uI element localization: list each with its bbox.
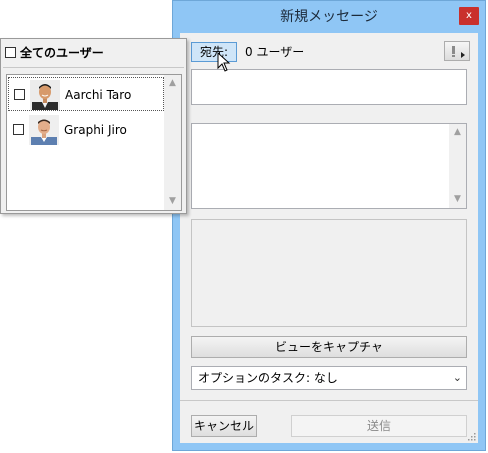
message-scrollbar[interactable]: ▲ ▼	[449, 124, 466, 208]
select-all-checkbox[interactable]	[5, 47, 16, 58]
user-checkbox[interactable]	[13, 124, 24, 135]
resize-grip-icon[interactable]	[466, 431, 476, 441]
avatar	[30, 80, 60, 110]
select-all-users[interactable]: 全てのユーザー	[5, 44, 104, 62]
footer-divider	[180, 400, 478, 401]
user-checkbox[interactable]	[14, 89, 25, 100]
window-client-area: 宛先: 0 ユーザー ▲ ▼ ビューをキャプチャ オプションのタスク: なし ⌄…	[180, 33, 478, 443]
scroll-down-icon[interactable]: ▼	[164, 193, 181, 210]
user-list-scrollbar[interactable]: ▲ ▼	[164, 75, 181, 210]
user-name: Graphi Jiro	[64, 123, 127, 137]
user-list-item[interactable]: Aarchi Taro	[8, 77, 164, 111]
scroll-up-icon[interactable]: ▲	[449, 124, 466, 141]
user-list-item[interactable]: Graphi Jiro	[8, 113, 164, 147]
avatar	[29, 115, 59, 145]
optional-task-select[interactable]: オプションのタスク: なし ⌄	[191, 366, 467, 390]
male-avatar-smiling	[30, 80, 60, 110]
priority-button[interactable]	[444, 41, 470, 61]
panel-divider	[3, 67, 184, 68]
user-list: Aarchi Taro Graphi Jiro ▲ ▼	[6, 74, 182, 211]
message-textarea[interactable]: ▲ ▼	[191, 123, 467, 209]
task-select-value: オプションのタスク: なし	[198, 371, 338, 385]
exclamation-icon	[452, 46, 465, 58]
mouse-cursor-icon	[217, 52, 231, 72]
send-button: 送信	[291, 415, 467, 437]
close-button[interactable]: x	[459, 7, 479, 25]
user-selection-panel: 全てのユーザー Aarchi Taro Graphi Jiro ▲ ▼	[0, 38, 187, 214]
window-title: 新規メッセージ	[280, 9, 378, 25]
male-avatar	[29, 115, 59, 145]
recipient-count: 0 ユーザー	[245, 45, 305, 59]
scroll-up-icon[interactable]: ▲	[164, 75, 181, 92]
select-all-label: 全てのユーザー	[20, 46, 104, 60]
scroll-down-icon[interactable]: ▼	[449, 191, 466, 208]
recipients-field[interactable]	[191, 69, 467, 105]
cancel-button[interactable]: キャンセル	[191, 415, 257, 437]
capture-preview-area	[191, 219, 467, 327]
chevron-down-icon: ⌄	[452, 371, 462, 384]
capture-view-button[interactable]: ビューをキャプチャ	[191, 336, 467, 358]
user-name: Aarchi Taro	[65, 88, 132, 102]
